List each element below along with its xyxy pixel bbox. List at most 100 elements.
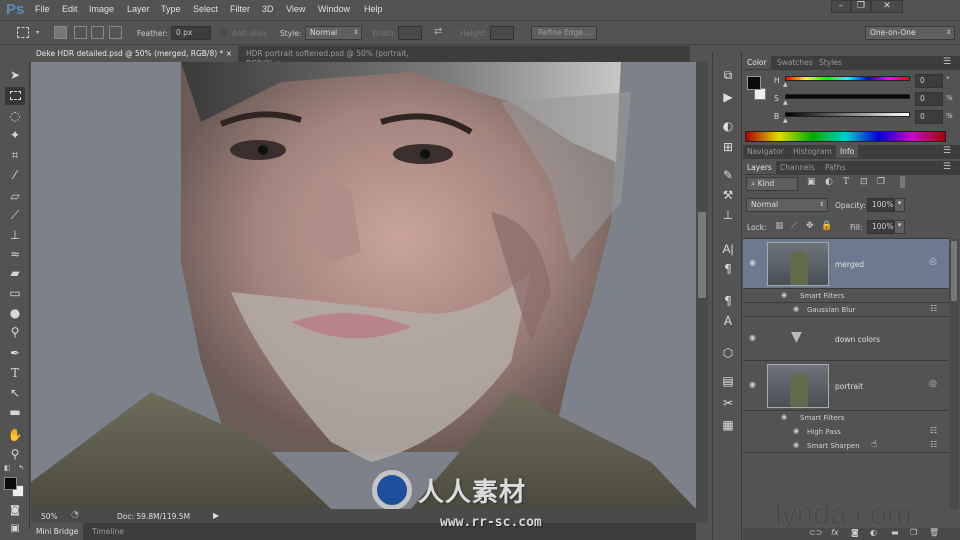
blend-mode-dropdown[interactable]: Normal ⇕ <box>746 198 828 212</box>
tab-histogram[interactable]: Histogram <box>789 145 836 158</box>
brush-panel-icon[interactable]: ⚒ <box>719 186 737 204</box>
path-selection-tool-icon[interactable]: ↖ <box>5 384 25 402</box>
refine-edge-button[interactable]: Refine Edge... <box>531 26 597 40</box>
tab-channels[interactable]: Channels <box>776 161 819 174</box>
antialias-checkbox[interactable] <box>219 28 228 37</box>
tab-hdr-portrait-softened[interactable]: HDR portrait softened.psd @ 50% (portrai… <box>240 46 440 68</box>
menu-edit[interactable]: Edit <box>62 4 78 14</box>
menu-type[interactable]: Type <box>161 4 181 14</box>
opacity-slider-toggle[interactable]: ▾ <box>894 198 905 212</box>
character-styles-panel-icon[interactable]: A <box>719 312 737 330</box>
move-tool-icon[interactable]: ➤ <box>5 66 25 84</box>
properties-panel-icon[interactable]: ⊞ <box>719 138 737 156</box>
fill-slider-toggle[interactable]: ▾ <box>894 220 905 234</box>
clone-source-panel-icon[interactable]: ⊥ <box>719 206 737 224</box>
layer-name[interactable]: down colors <box>835 335 880 344</box>
filter-toggle[interactable] <box>900 176 905 188</box>
close-tab-icon[interactable]: × <box>226 49 232 58</box>
layer-filter-dropdown[interactable]: ⌕ Kind <box>746 177 798 191</box>
eyedropper-tool-icon[interactable]: ⁄ <box>5 166 25 184</box>
panel-menu-icon[interactable]: ☰ <box>943 162 951 172</box>
filter-blending-options-icon[interactable]: ☷ <box>930 304 937 313</box>
clone-stamp-tool-icon[interactable]: ⊥ <box>5 226 25 244</box>
paragraph-panel-icon[interactable]: ¶ <box>719 260 737 278</box>
tab-styles[interactable]: Styles <box>815 56 846 69</box>
lock-all-icon[interactable]: 🔒 <box>821 221 832 231</box>
magic-wand-tool-icon[interactable]: ✦ <box>5 126 25 144</box>
history-panel-icon[interactable]: ⧉ <box>719 66 737 84</box>
tab-color[interactable]: Color <box>743 56 771 69</box>
filter-smart-object-icon[interactable]: ❐ <box>877 177 885 187</box>
tab-paths[interactable]: Paths <box>821 161 849 174</box>
filter-pixel-icon[interactable]: ▣ <box>807 177 816 187</box>
visibility-eye-icon[interactable]: ◉ <box>749 333 756 342</box>
screen-mode-icon[interactable]: ▣ <box>5 520 25 538</box>
visibility-eye-icon[interactable]: ◉ <box>793 305 799 313</box>
filter-row-gaussian-blur[interactable]: ◉ Gaussian Blur ☷ <box>743 303 949 317</box>
visibility-eye-icon[interactable]: ◉ <box>793 441 799 449</box>
filter-blending-options-icon[interactable]: ☷ <box>930 426 937 435</box>
link-layers-icon[interactable]: ⊂⊃ <box>809 528 822 537</box>
visibility-eye-icon[interactable]: ◉ <box>781 291 787 299</box>
opacity-input[interactable]: 100% <box>867 198 894 212</box>
hue-slider[interactable] <box>785 76 910 81</box>
minimize-button[interactable]: – <box>831 0 851 13</box>
character-panel-icon[interactable]: A| <box>719 240 737 258</box>
foreground-color-swatch[interactable] <box>4 477 17 490</box>
share-icon[interactable]: ◔ <box>71 510 79 520</box>
subtract-selection-icon[interactable] <box>91 26 104 39</box>
new-adjustment-icon[interactable]: ◐ <box>870 528 877 537</box>
smart-filters-row[interactable]: ◉ Smart Filters <box>743 411 949 425</box>
menu-filter[interactable]: Filter <box>230 4 250 14</box>
width-input[interactable] <box>398 26 422 40</box>
menu-window[interactable]: Window <box>318 4 350 14</box>
add-selection-icon[interactable] <box>74 26 87 39</box>
zoom-level[interactable]: 50% <box>41 512 58 521</box>
saturation-input[interactable]: 0 <box>915 92 943 106</box>
saturation-slider-thumb[interactable]: ▲ <box>783 99 788 106</box>
paragraph-styles-panel-icon[interactable]: ¶ <box>719 292 737 310</box>
gradient-tool-icon[interactable]: ▭ <box>5 284 25 302</box>
hue-slider-thumb[interactable]: ▲ <box>783 81 788 88</box>
brightness-slider[interactable] <box>785 112 910 117</box>
tab-deke-hdr-detailed[interactable]: Deke HDR detailed.psd @ 50% (merged, RGB… <box>30 46 238 62</box>
filter-row-smart-sharpen[interactable]: ◉ Smart Sharpen ☝ ☷ <box>743 439 949 453</box>
layer-name[interactable]: portrait <box>835 382 863 391</box>
restore-button[interactable]: ❐ <box>851 0 871 13</box>
brush-tool-icon[interactable]: ⟋ <box>5 206 25 224</box>
notes-panel-icon[interactable]: ▦ <box>719 416 737 434</box>
visibility-eye-icon[interactable]: ◉ <box>793 427 799 435</box>
intersect-selection-icon[interactable] <box>109 26 122 39</box>
lock-position-icon[interactable]: ✥ <box>806 221 814 231</box>
color-ramp[interactable] <box>745 131 946 142</box>
workspace-dropdown[interactable]: One-on-One ⇕ <box>865 26 955 40</box>
style-dropdown[interactable]: Normal ⇕ <box>305 26 362 40</box>
hand-tool-icon[interactable]: ✋ <box>5 426 25 444</box>
smart-filter-badge-icon[interactable]: ◎ <box>929 379 937 389</box>
lock-pixels-icon[interactable]: ⟋ <box>791 221 797 231</box>
default-colors-icon[interactable]: ◧ <box>4 464 11 472</box>
menu-layer[interactable]: Layer <box>127 4 150 14</box>
scrollbar-thumb[interactable] <box>698 212 706 298</box>
hue-input[interactable]: 0 <box>915 74 943 88</box>
lock-transparent-icon[interactable]: ▦ <box>775 221 784 231</box>
filter-adjustment-icon[interactable]: ◐ <box>825 177 833 187</box>
filter-blending-options-icon[interactable]: ☷ <box>930 440 937 449</box>
menu-select[interactable]: Select <box>193 4 218 14</box>
chevron-down-icon[interactable]: ▾ <box>36 29 39 36</box>
eraser-tool-icon[interactable]: ▰ <box>5 264 25 282</box>
pen-tool-icon[interactable]: ✒ <box>5 344 25 362</box>
brightness-slider-thumb[interactable]: ▲ <box>783 117 788 124</box>
status-menu-arrow-icon[interactable]: ▶ <box>213 511 219 520</box>
menu-image[interactable]: Image <box>89 4 114 14</box>
crop-tool-icon[interactable]: ⌗ <box>5 146 25 164</box>
layer-comps-panel-icon[interactable]: ▤ <box>719 372 737 390</box>
actions-panel-icon[interactable]: ▶ <box>719 88 737 106</box>
fill-input[interactable]: 100% <box>867 220 894 234</box>
tab-timeline[interactable]: Timeline <box>87 523 129 540</box>
rect-marquee-preset-icon[interactable] <box>17 27 29 38</box>
visibility-eye-icon[interactable]: ◉ <box>749 380 756 389</box>
tab-swatches[interactable]: Swatches <box>773 56 817 69</box>
add-mask-icon[interactable]: ◙ <box>851 528 859 537</box>
panel-menu-icon[interactable]: ☰ <box>943 146 951 156</box>
